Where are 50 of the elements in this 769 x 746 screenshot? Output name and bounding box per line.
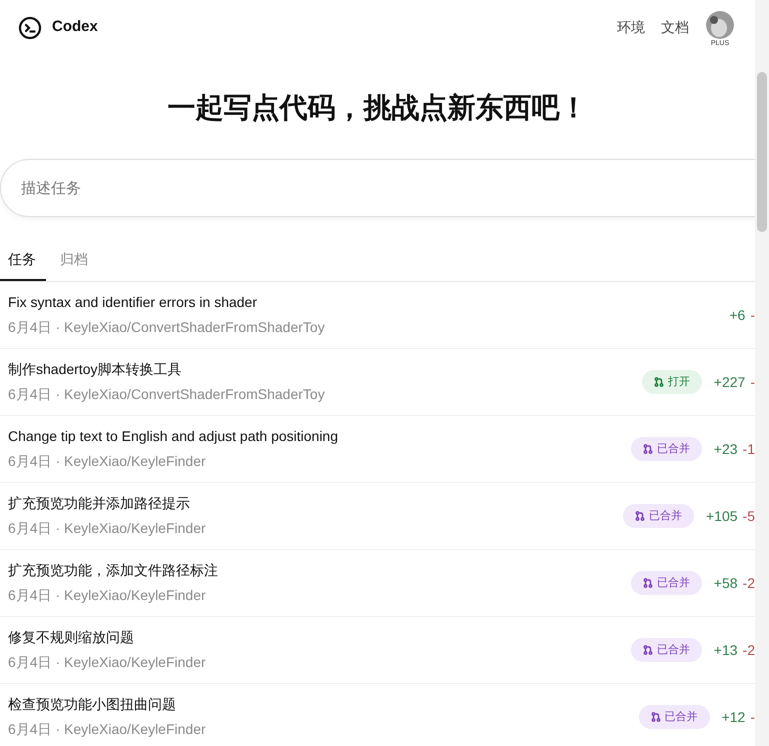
- additions-count: +13: [714, 640, 738, 660]
- deletions-count: -1: [742, 440, 755, 458]
- task-title[interactable]: 扩充预览功能，添加文件路径标注: [8, 560, 631, 581]
- deletions-count: -: [750, 306, 755, 324]
- hero-title: 一起写点代码，挑战点新东西吧！: [166, 91, 588, 125]
- deletions-count: -2: [742, 640, 755, 660]
- additions-count: +6: [729, 306, 746, 324]
- tab[interactable]: 归档: [46, 239, 102, 281]
- status-label: 打开: [668, 374, 690, 390]
- status-label: 已合并: [656, 576, 690, 591]
- pull-request-icon: [650, 712, 661, 722]
- task-title[interactable]: 修复不规则缩放问题: [8, 627, 631, 648]
- task-meta: 6月4日 · KeyleXiao/ConvertShaderFromShaderToy: [8, 318, 326, 337]
- pull-request-icon: [635, 511, 645, 521]
- task-meta: 6月4日 · KeyleXiao/ConvertShaderFromShaderToy: [8, 385, 326, 404]
- pull-request-icon: [642, 578, 653, 588]
- deletions-count: -5: [742, 506, 755, 526]
- pull-request-icon: [642, 645, 653, 655]
- task-input-field[interactable]: 描述任务: [0, 159, 755, 217]
- brand-name: Codex: [52, 17, 98, 38]
- avatar[interactable]: [706, 10, 734, 38]
- deletions-count: -: [750, 708, 755, 726]
- nav-link[interactable]: 环境: [617, 17, 645, 38]
- status-label: 已合并: [656, 642, 690, 658]
- task-meta: 6月4日 · KeyleXiao/KeyleFinder: [8, 653, 207, 672]
- deletions-count: -: [750, 372, 755, 392]
- task-meta: 6月4日 · KeyleXiao/KeyleFinder: [8, 586, 207, 605]
- scrollbar[interactable]: [755, 0, 769, 746]
- task-title[interactable]: 扩充预览功能并添加路径提示: [8, 493, 623, 514]
- task-meta: 6月4日 · KeyleXiao/KeyleFinder: [8, 452, 207, 471]
- additions-count: +227: [714, 372, 746, 392]
- tab[interactable]: 任务: [0, 239, 46, 281]
- additions-count: +58: [714, 574, 738, 592]
- task-title[interactable]: Fix syntax and identifier errors in shader: [8, 292, 718, 313]
- task-title[interactable]: 检查预览功能小图扭曲问题: [8, 694, 639, 715]
- task-title[interactable]: 制作shadertoy脚本转换工具: [8, 359, 642, 380]
- task-meta: 6月4日 · KeyleXiao/KeyleFinder: [8, 720, 207, 739]
- terminal-logo-icon: [18, 16, 42, 40]
- task-title[interactable]: Change tip text to English and adjust path positioning: [8, 426, 631, 447]
- status-label: 已合并: [649, 508, 682, 524]
- task-meta: 6月4日 · KeyleXiao/KeyleFinder: [8, 519, 207, 538]
- status-label: 已合并: [664, 710, 698, 725]
- additions-count: +12: [722, 708, 746, 726]
- nav-link[interactable]: 文档: [661, 17, 689, 38]
- additions-count: +23: [714, 440, 738, 458]
- additions-count: +105: [706, 506, 738, 526]
- pull-request-icon: [654, 377, 664, 387]
- deletions-count: -2: [742, 574, 755, 592]
- status-label: 已合并: [656, 442, 690, 457]
- pull-request-icon: [642, 444, 653, 454]
